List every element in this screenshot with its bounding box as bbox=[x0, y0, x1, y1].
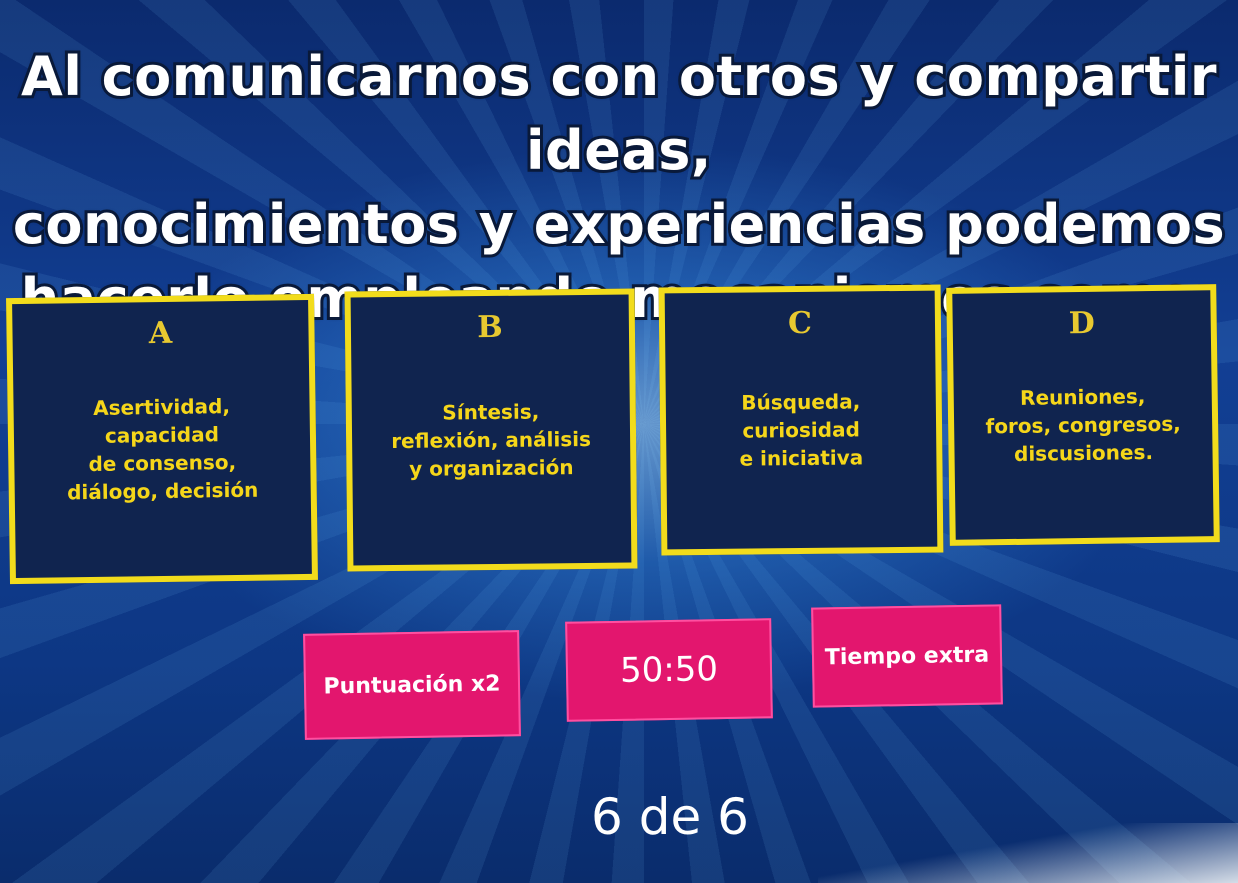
answer-letter: D bbox=[1068, 305, 1095, 342]
answer-option-a[interactable]: A Asertividad, capacidad de consenso, di… bbox=[6, 293, 318, 585]
question-progress: 6 de 6 bbox=[591, 788, 749, 846]
answer-options: A Asertividad, capacidad de consenso, di… bbox=[0, 0, 1238, 883]
fifty-fifty-button[interactable]: 50:50 bbox=[565, 618, 773, 722]
answer-option-d[interactable]: D Reuniones, foros, congresos, discusion… bbox=[946, 284, 1220, 546]
answer-letter: A bbox=[148, 315, 173, 352]
answer-letter: B bbox=[477, 309, 503, 346]
double-points-button[interactable]: Puntuación x2 bbox=[303, 630, 521, 740]
answer-option-b[interactable]: B Síntesis, reflexión, análisis y organi… bbox=[344, 288, 638, 572]
answer-text: Síntesis, reflexión, análisis y organiza… bbox=[391, 398, 592, 481]
answer-text: Asertividad, capacidad de consenso, diál… bbox=[66, 393, 259, 504]
answer-text: Reuniones, foros, congresos, discusiones… bbox=[985, 383, 1181, 466]
extra-time-button[interactable]: Tiempo extra bbox=[811, 604, 1003, 708]
answer-letter: C bbox=[787, 305, 813, 342]
quiz-screen: Al comunicarnos con otros y compartir id… bbox=[0, 0, 1238, 883]
answer-option-c[interactable]: C Búsqueda, curiosidad e iniciativa bbox=[658, 284, 944, 556]
answer-text: Búsqueda, curiosidad e iniciativa bbox=[739, 388, 864, 471]
